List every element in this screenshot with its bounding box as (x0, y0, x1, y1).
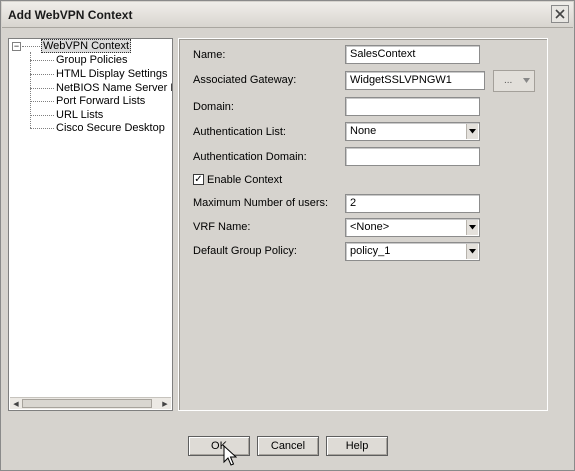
cancel-button[interactable]: Cancel (257, 436, 319, 456)
authentication-list-label: Authentication List: (193, 126, 286, 138)
title-bar: Add WebVPN Context (2, 2, 573, 28)
dropdown-arrow-icon[interactable] (466, 220, 478, 235)
dialog-window: Add WebVPN Context − WebVPN Context Grou… (0, 0, 575, 471)
dropdown-arrow-icon[interactable] (466, 244, 478, 259)
default-group-policy-select[interactable]: policy_1 (345, 242, 480, 261)
collapse-toggle-icon[interactable]: − (12, 42, 21, 51)
tree-item-webvpn-context[interactable]: WebVPN Context (41, 39, 132, 53)
tree-connector (22, 46, 40, 47)
domain-input[interactable] (345, 97, 480, 116)
max-users-label: Maximum Number of users: (193, 197, 329, 209)
dropdown-arrow-icon[interactable] (466, 124, 478, 139)
mouse-pointer-icon (223, 445, 237, 466)
authentication-list-value: None (350, 125, 377, 137)
vrf-name-label: VRF Name: (193, 221, 251, 233)
tree-connector (30, 60, 54, 61)
tree-connector (30, 88, 54, 89)
tree-item-html-display-settings[interactable]: HTML Display Settings (56, 68, 167, 81)
browse-label: ... (504, 75, 513, 86)
associated-gateway-input[interactable]: WidgetSSLVPNGW1 (345, 71, 485, 90)
associated-gateway-label: Associated Gateway: (193, 74, 297, 86)
enable-context-checkbox[interactable]: ✓ (193, 174, 204, 185)
enable-context-label: Enable Context (207, 174, 283, 186)
max-users-input[interactable]: 2 (345, 194, 480, 213)
authentication-domain-label: Authentication Domain: (193, 151, 307, 163)
default-group-policy-value: policy_1 (350, 245, 391, 257)
tree-connector (30, 115, 54, 116)
domain-label: Domain: (193, 101, 234, 113)
tree-root-label: WebVPN Context (41, 39, 132, 53)
vrf-name-select[interactable]: <None> (345, 218, 480, 237)
tree-item-group-policies[interactable]: Group Policies (56, 54, 128, 67)
name-input[interactable]: SalesContext (345, 45, 480, 64)
tree-item-netbios-name-server-list[interactable]: NetBIOS Name Server Lis (56, 82, 172, 95)
close-button[interactable] (551, 5, 569, 23)
chevron-down-icon (523, 78, 530, 83)
authentication-list-select[interactable]: None (345, 122, 480, 141)
dialog-title: Add WebVPN Context (8, 8, 133, 22)
tree-connector (30, 52, 31, 128)
tree-connector (30, 74, 54, 75)
tree-item-cisco-secure-desktop[interactable]: Cisco Secure Desktop (56, 122, 165, 135)
tree-item-url-lists[interactable]: URL Lists (56, 109, 103, 122)
name-label: Name: (193, 49, 226, 61)
vrf-name-value: <None> (350, 221, 390, 233)
navigation-tree: − WebVPN Context Group Policies HTML Dis… (8, 38, 173, 411)
gateway-browse-button[interactable]: ... (493, 70, 535, 92)
tree-connector (30, 128, 54, 129)
tree-connector (30, 101, 54, 102)
close-icon (555, 9, 565, 19)
default-group-policy-label: Default Group Policy: (193, 245, 297, 257)
ok-button[interactable]: OK (188, 436, 250, 456)
scroll-right-icon[interactable]: ▶ (159, 398, 171, 409)
scroll-left-icon[interactable]: ◀ (10, 398, 22, 409)
help-button[interactable]: Help (326, 436, 388, 456)
context-form: Name: SalesContext Associated Gateway: W… (178, 38, 548, 411)
tree-item-port-forward-lists[interactable]: Port Forward Lists (56, 95, 145, 108)
scroll-thumb[interactable] (22, 399, 152, 408)
horizontal-scrollbar[interactable]: ◀ ▶ (10, 397, 171, 409)
authentication-domain-input[interactable] (345, 147, 480, 166)
